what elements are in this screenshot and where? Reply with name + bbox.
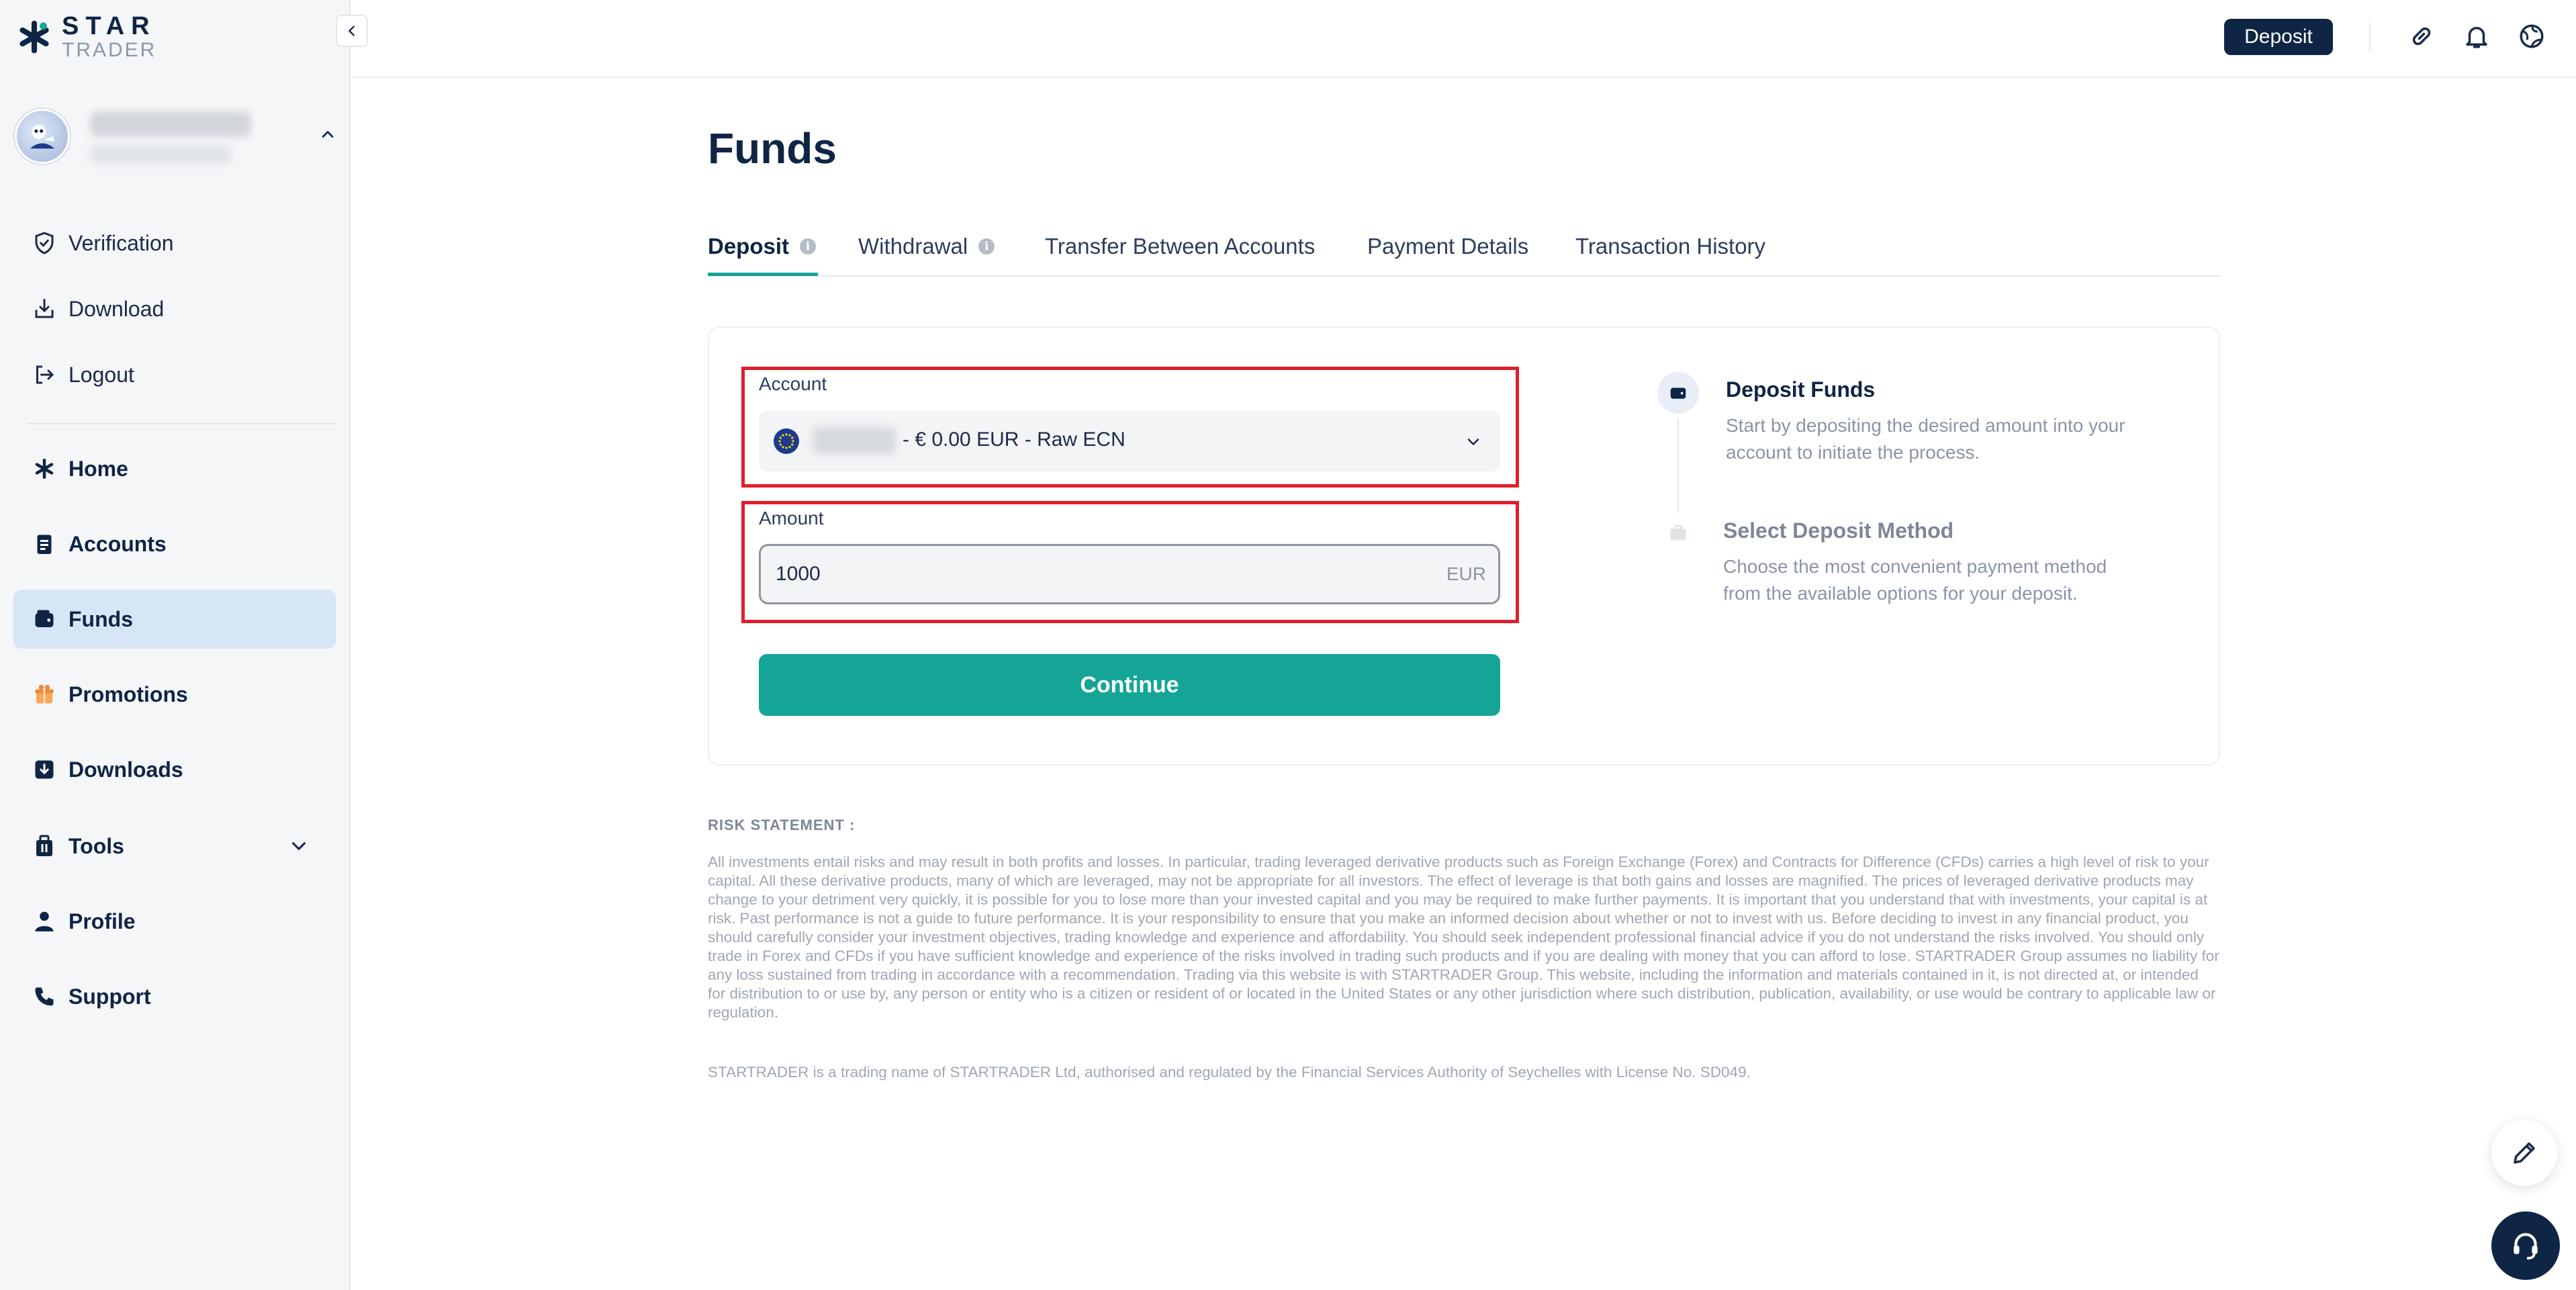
tab-deposit[interactable]: Deposit i (708, 228, 817, 265)
amount-input[interactable] (761, 546, 1406, 602)
shield-check-icon (31, 230, 58, 257)
collapse-sidebar-button[interactable] (336, 15, 368, 47)
sidebar: STAR TRADER Verification Download Logout… (0, 0, 351, 1290)
briefcase-icon (1670, 524, 1686, 541)
risk-statement-title: RISK STATEMENT : (708, 817, 856, 833)
chevron-up-icon[interactable] (318, 125, 337, 144)
user-profile-toggle[interactable] (12, 107, 341, 175)
link-icon[interactable] (2405, 20, 2438, 52)
user-name-redacted (90, 111, 251, 137)
step-title-select-method: Select Deposit Method (1723, 518, 1954, 543)
sidebar-item-label: Logout (68, 362, 134, 387)
sidebar-item-label: Funds (68, 606, 133, 631)
pencil-icon (2514, 1142, 2535, 1164)
deposit-button[interactable]: Deposit (2224, 19, 2333, 55)
toolbox-icon (31, 833, 58, 860)
account-label: Account (759, 373, 827, 394)
clipboard-icon (31, 531, 58, 557)
sidebar-item-profile[interactable]: Profile (13, 892, 336, 951)
sidebar-divider (27, 423, 336, 424)
continue-button[interactable]: Continue (759, 654, 1500, 716)
gift-icon (31, 681, 58, 708)
edit-fab-button[interactable] (2491, 1120, 2557, 1186)
tab-label: Deposit (708, 234, 790, 259)
info-icon[interactable]: i (800, 238, 817, 255)
page-title: Funds (708, 124, 837, 173)
tab-transfer-between-accounts[interactable]: Transfer Between Accounts (1045, 228, 1315, 265)
person-icon (31, 908, 58, 935)
steps-connector (1677, 419, 1679, 513)
chevron-down-icon (1467, 439, 1479, 445)
tab-transaction-history[interactable]: Transaction History (1575, 228, 1765, 265)
deposit-step-icon (1657, 372, 1699, 414)
download-box-icon (31, 756, 58, 783)
logout-icon (31, 361, 58, 388)
headset-icon (2514, 1233, 2538, 1260)
tab-label: Transfer Between Accounts (1045, 234, 1316, 259)
amount-label: Amount (759, 508, 824, 528)
sidebar-item-label: Promotions (68, 682, 188, 706)
eu-flag-icon (774, 428, 799, 454)
sidebar-item-label: Support (68, 984, 151, 1009)
bell-icon[interactable] (2460, 20, 2493, 52)
wallet-icon (1670, 387, 1686, 399)
step-desc-select-method: Choose the most convenient payment metho… (1723, 556, 2107, 604)
sidebar-item-label: Profile (68, 909, 136, 933)
chevron-down-icon (291, 842, 306, 850)
sidebar-item-label: Accounts (68, 531, 167, 556)
sidebar-item-logout[interactable]: Logout (13, 345, 336, 404)
tab-label: Transaction History (1575, 234, 1766, 259)
sidebar-item-label: Verification (68, 230, 174, 255)
active-tab-indicator (708, 273, 818, 276)
step-desc-deposit-funds: Start by depositing the desired amount i… (1726, 415, 2125, 463)
risk-statement-text: All investments entail risks and may res… (708, 854, 2219, 1021)
sidebar-item-promotions[interactable]: Promotions (13, 665, 336, 724)
info-icon[interactable]: i (978, 238, 995, 255)
avatar-character-icon (30, 125, 55, 149)
avatar (15, 109, 70, 164)
sidebar-item-funds[interactable]: Funds (13, 590, 336, 649)
sidebar-item-label: Downloads (68, 757, 183, 782)
support-chat-button[interactable] (2491, 1211, 2560, 1280)
account-select[interactable]: - € 0.00 EUR - Raw ECN (759, 411, 1500, 471)
sidebar-item-label: Home (68, 456, 128, 481)
sidebar-item-downloads[interactable]: Downloads (13, 740, 336, 799)
brand-logo[interactable]: STAR TRADER (16, 13, 156, 60)
brand-name-bottom: TRADER (62, 39, 157, 61)
sidebar-item-home[interactable]: Home (13, 439, 336, 498)
sidebar-item-verification[interactable]: Verification (13, 214, 336, 273)
tab-label: Withdrawal (858, 234, 968, 259)
sidebar-item-tools[interactable]: Tools (13, 817, 336, 876)
license-text: STARTRADER is a trading name of STARTRAD… (708, 1064, 1751, 1080)
tab-payment-details[interactable]: Payment Details (1367, 228, 1528, 265)
funds-tabs: Deposit i Withdrawal i Transfer Between … (708, 222, 2220, 277)
wallet-icon (31, 606, 58, 633)
star-icon (31, 455, 58, 482)
sidebar-item-label: Tools (68, 833, 124, 858)
sidebar-item-label: Download (68, 296, 165, 321)
chevron-left-icon (349, 26, 355, 36)
step-title-deposit-funds: Deposit Funds (1726, 377, 1876, 402)
account-select-value: - € 0.00 EUR - Raw ECN (903, 428, 1125, 451)
tab-label: Payment Details (1367, 234, 1529, 259)
brand-name-top: STAR (62, 12, 156, 40)
phone-icon (31, 983, 58, 1010)
top-bar: Deposit (352, 0, 2576, 78)
globe-icon[interactable] (2516, 20, 2548, 52)
star-logo-icon (19, 20, 49, 54)
topbar-separator (2369, 23, 2371, 51)
amount-field: EUR (759, 544, 1500, 604)
tab-withdrawal[interactable]: Withdrawal i (858, 228, 995, 265)
download-tray-icon (31, 295, 58, 322)
method-step-icon (1657, 512, 1699, 553)
sidebar-item-accounts[interactable]: Accounts (13, 514, 336, 573)
amount-currency: EUR (1446, 563, 1486, 584)
user-id-redacted (90, 145, 231, 164)
sidebar-item-support[interactable]: Support (13, 967, 336, 1026)
sidebar-item-download[interactable]: Download (13, 279, 336, 338)
account-number-redacted (813, 427, 896, 454)
